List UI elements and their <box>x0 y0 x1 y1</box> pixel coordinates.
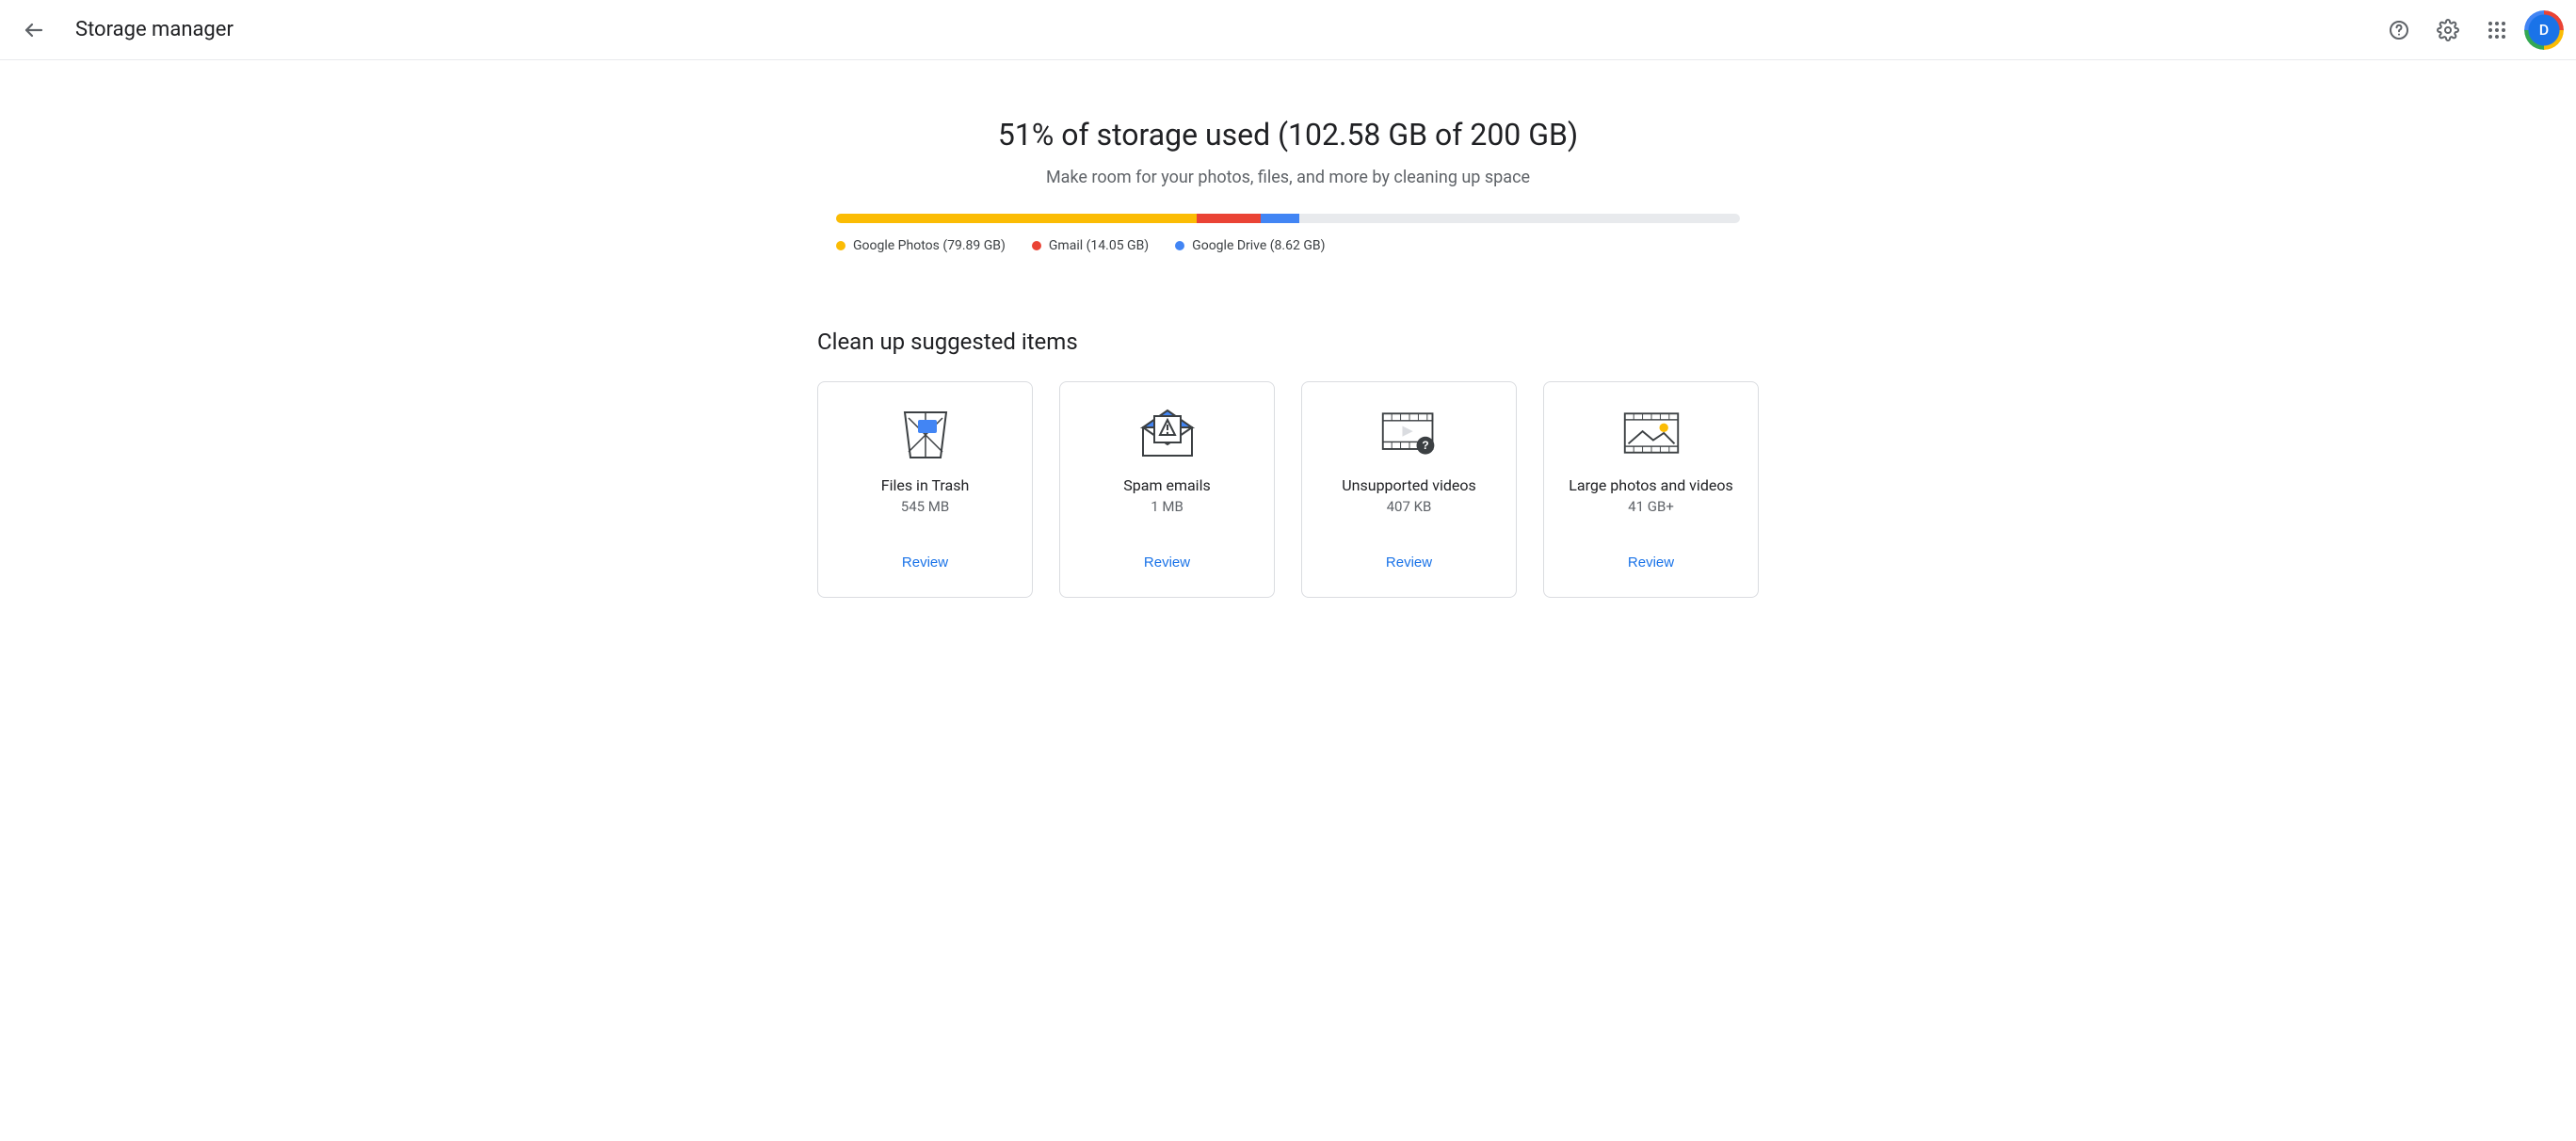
legend-label: Google Photos (79.89 GB) <box>853 238 1006 253</box>
unsupported-video-icon: ? <box>1379 405 1440 461</box>
help-icon <box>2388 19 2410 41</box>
legend-item-drive: Google Drive (8.62 GB) <box>1175 238 1325 253</box>
card-large: Large photos and videos 41 GB+ Review <box>1543 381 1759 598</box>
avatar-ring-icon <box>2524 10 2564 50</box>
legend-dot-icon <box>1032 241 1041 250</box>
spam-envelope-icon <box>1137 405 1198 461</box>
storage-segment-gmail <box>1197 214 1260 223</box>
apps-grid-icon <box>2487 21 2506 40</box>
cleanup-section-title: Clean up suggested items <box>817 329 1759 355</box>
app-header: Storage manager D <box>0 0 2576 60</box>
storage-heading: 51% of storage used (102.58 GB of 200 GB… <box>817 117 1759 153</box>
large-media-icon <box>1621 405 1682 461</box>
main-content: 51% of storage used (102.58 GB of 200 GB… <box>798 60 1778 635</box>
help-button[interactable] <box>2380 11 2418 49</box>
arrow-left-icon <box>23 19 45 41</box>
card-title: Unsupported videos <box>1342 476 1475 494</box>
legend-item-photos: Google Photos (79.89 GB) <box>836 238 1006 253</box>
card-spam: Spam emails 1 MB Review <box>1059 381 1275 598</box>
back-button[interactable] <box>15 11 53 49</box>
review-button-large[interactable]: Review <box>1617 547 1685 578</box>
legend-label: Gmail (14.05 GB) <box>1049 238 1149 253</box>
card-size: 545 MB <box>901 498 949 515</box>
legend-label: Google Drive (8.62 GB) <box>1192 238 1325 253</box>
review-button-spam[interactable]: Review <box>1133 547 1201 578</box>
storage-subheading: Make room for your photos, files, and mo… <box>817 168 1759 187</box>
settings-button[interactable] <box>2429 11 2467 49</box>
card-size: 1 MB <box>1151 498 1183 515</box>
legend-dot-icon <box>1175 241 1184 250</box>
card-size: 407 KB <box>1387 498 1432 515</box>
trash-icon <box>895 405 956 461</box>
card-unsupported: ? Unsupported videos 407 KB Review <box>1301 381 1517 598</box>
review-button-trash[interactable]: Review <box>891 547 959 578</box>
svg-text:?: ? <box>1422 439 1428 452</box>
apps-button[interactable] <box>2478 11 2516 49</box>
card-title: Files in Trash <box>881 476 970 494</box>
card-size: 41 GB+ <box>1628 498 1674 515</box>
storage-legend: Google Photos (79.89 GB) Gmail (14.05 GB)… <box>836 238 1740 253</box>
account-avatar[interactable]: D <box>2527 13 2561 47</box>
review-button-unsupported[interactable]: Review <box>1375 547 1443 578</box>
legend-dot-icon <box>836 241 845 250</box>
legend-item-gmail: Gmail (14.05 GB) <box>1032 238 1149 253</box>
card-trash: Files in Trash 545 MB Review <box>817 381 1033 598</box>
storage-segment-drive <box>1261 214 1299 223</box>
storage-segment-photos <box>836 214 1197 223</box>
card-title: Spam emails <box>1123 476 1210 494</box>
storage-bar <box>836 214 1740 223</box>
gear-icon <box>2437 19 2459 41</box>
page-title: Storage manager <box>75 18 233 41</box>
cleanup-cards: Files in Trash 545 MB Review Spam emails… <box>817 381 1759 598</box>
card-title: Large photos and videos <box>1569 476 1732 494</box>
